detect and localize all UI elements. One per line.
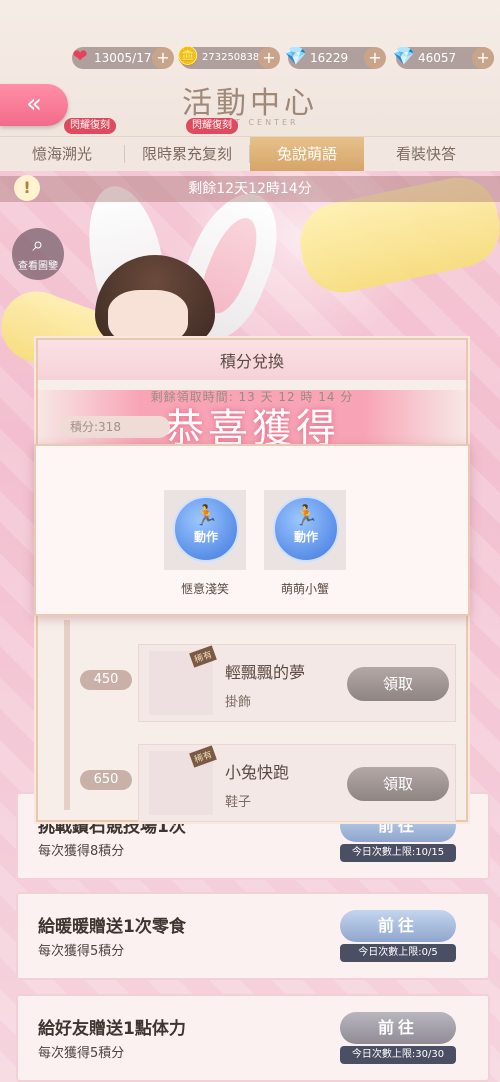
daily-limit: 今日次數上限:30/30 <box>340 1046 456 1064</box>
diamond-icon: 💎 <box>284 46 308 67</box>
tab-bar: 憶海溯光 限時累充复刻 兔說萌語 看裝快答 <box>0 136 500 171</box>
claim-button[interactable]: 領取 <box>347 767 449 801</box>
item-thumbnail[interactable]: 稀有 <box>149 745 217 815</box>
coin-icon: 🪙 <box>176 46 200 67</box>
task-card: 給好友贈送1點体力 每次獲得5積分 前往 今日次數上限:30/30 <box>16 994 490 1082</box>
page-subtitle: EVENT CENTER <box>201 118 299 127</box>
daily-limit: 今日次數上限:10/15 <box>340 844 456 862</box>
daily-limit: 今日次數上限:0/5 <box>340 944 456 962</box>
crystal-icon: 💎 <box>392 46 416 67</box>
rarity-tag: 稀有 <box>189 745 217 768</box>
item-name: 輕飄飄的夢 <box>225 663 306 682</box>
tab-limited-recharge[interactable]: 限時累充复刻 <box>125 137 249 171</box>
info-icon[interactable]: ! <box>14 175 40 201</box>
resource-value: 46057 <box>418 51 457 65</box>
resource-stamina: ❤ 13005/170 + <box>72 46 174 69</box>
reward-item[interactable]: 🏃 動作 <box>164 490 246 570</box>
back-button[interactable]: « <box>0 84 68 126</box>
task-name: 給好友贈送1點体力 <box>38 1019 186 1039</box>
exchange-item: 稀有 小兔快跑 鞋子 領取 <box>138 744 456 822</box>
action-label: 動作 <box>193 530 218 544</box>
reward-popup: 🏃 動作 愜意淺笑 🏃 動作 萌萌小蟹 <box>34 444 470 616</box>
add-stamina-button[interactable]: + <box>152 47 174 69</box>
heart-icon: ❤ <box>72 46 88 67</box>
action-badge: 🏃 動作 <box>273 496 339 562</box>
exchange-item: 稀有 輕飄飄的夢 掛飾 領取 <box>138 644 456 722</box>
task-card: 給暖暖贈送1次零食 每次獲得5積分 前往 今日次數上限:0/5 <box>16 892 490 980</box>
page-title: 活動中心 <box>182 86 318 121</box>
tab-memory-sea[interactable]: 憶海溯光 <box>0 137 124 171</box>
claim-button[interactable]: 領取 <box>347 667 449 701</box>
go-button[interactable]: 前往 <box>340 910 456 942</box>
view-gallery-button[interactable]: ⌕ 查看圖鑒 <box>12 228 64 280</box>
task-name: 給暖暖贈送1次零食 <box>38 917 186 937</box>
running-figure-icon: 🏃 <box>293 503 319 527</box>
reward-name: 萌萌小蟹 <box>280 582 329 596</box>
task-desc: 每次獲得5積分 <box>38 1046 125 1061</box>
task-desc: 每次獲得8積分 <box>38 844 125 859</box>
rarity-tag: 稀有 <box>189 645 217 668</box>
add-diamond-button[interactable]: + <box>364 47 386 69</box>
add-gold-button[interactable]: + <box>258 47 280 69</box>
progress-track <box>64 620 70 810</box>
item-name: 小兔快跑 <box>225 763 290 782</box>
gallery-label: 查看圖鑒 <box>18 261 58 272</box>
reward-name: 愜意淺笑 <box>180 582 229 596</box>
tab-outfit-quiz[interactable]: 看裝快答 <box>364 137 488 171</box>
event-timer: 剩餘12天12時14分 <box>0 176 500 202</box>
resource-crystal: 💎 46057 + <box>393 46 494 69</box>
reward-item[interactable]: 🏃 動作 <box>264 490 346 570</box>
item-type: 鞋子 <box>225 795 252 810</box>
tab-bunny-talk[interactable]: 兔說萌語 <box>250 137 364 171</box>
tab-badge: 閃耀復刻 <box>186 118 238 134</box>
action-badge: 🏃 動作 <box>173 496 239 562</box>
resource-value: 13005/170 <box>94 51 160 65</box>
item-thumbnail[interactable]: 稀有 <box>149 645 217 715</box>
resource-diamond: 💎 16229 + <box>285 46 386 69</box>
task-desc: 每次獲得5積分 <box>38 944 125 959</box>
action-label: 動作 <box>293 530 318 544</box>
resource-value: 16229 <box>310 51 349 65</box>
back-arrow-icon: « <box>26 89 42 119</box>
panel-title: 積分兌換 <box>219 352 284 371</box>
item-type: 掛飾 <box>225 695 252 710</box>
running-figure-icon: 🏃 <box>193 503 219 527</box>
character-face <box>108 290 188 345</box>
search-icon: ⌕ <box>32 232 44 256</box>
resource-gold: 🪙 273250838 + <box>177 46 280 69</box>
points-counter: 積分:318 <box>60 416 170 438</box>
add-crystal-button[interactable]: + <box>472 47 494 69</box>
go-button[interactable]: 前往 <box>340 1012 456 1044</box>
cost-badge: 450 <box>80 670 132 690</box>
cost-badge: 650 <box>80 770 132 790</box>
resource-value: 273250838 <box>202 52 260 63</box>
tab-badge: 閃耀復刻 <box>64 118 116 134</box>
